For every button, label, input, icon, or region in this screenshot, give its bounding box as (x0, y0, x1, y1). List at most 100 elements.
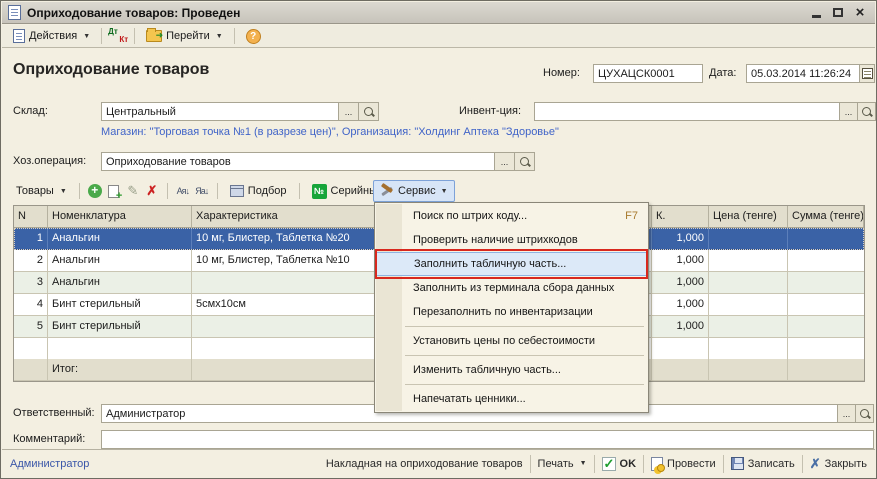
goto-button[interactable]: Перейти ▼ (141, 28, 228, 44)
inventory-field[interactable] (534, 102, 840, 121)
warehouse-search-button[interactable] (358, 102, 379, 121)
cell-nomenclature: Анальгин (48, 250, 192, 272)
podbor-button[interactable]: Подбор (225, 183, 292, 199)
delete-row-button[interactable]: ✗ (144, 183, 160, 199)
folder-go-icon (146, 30, 162, 42)
table-toolbar: Товары ▼ + ✎ ✗ Ая↓ Яа↓ Подбор № Серийные (11, 179, 388, 203)
warehouse-caption-link[interactable]: Магазин: "Торговая точка №1 (в разрезе ц… (101, 126, 559, 138)
calendar-button[interactable] (859, 64, 875, 83)
row-number: 4 (14, 294, 48, 316)
col-header-nomenclature[interactable]: Номенклатура (48, 206, 192, 228)
copy-row-button[interactable] (106, 183, 122, 199)
toolbar-separator (299, 183, 300, 199)
print-label: Печать (538, 458, 574, 470)
kt-label: Кт (119, 36, 128, 44)
col-header-price[interactable]: Цена (тенге) (709, 206, 788, 228)
number-field[interactable]: ЦУХАЦСК0001 (593, 64, 703, 83)
actions-button[interactable]: Действия ▼ (8, 27, 95, 45)
menu-item-label: Заполнить из терминала сбора данных (413, 282, 614, 294)
cell-k: 1,000 (652, 316, 709, 338)
current-user-link[interactable]: Администратор (10, 458, 89, 470)
inventory-search-button[interactable] (857, 102, 876, 121)
cell-sum (788, 228, 864, 250)
menu-item-refill-inventory[interactable]: Перезаполнить по инвентаризации (375, 300, 648, 324)
post-button[interactable]: Провести (651, 457, 716, 471)
help-button[interactable]: ? (241, 27, 266, 46)
menu-item-label: Проверить наличие штрихкодов (413, 234, 578, 246)
menu-item-change-table[interactable]: Изменить табличную часть... (375, 358, 648, 382)
inventory-select-button[interactable]: ... (839, 102, 858, 121)
menu-item-fill-table[interactable]: Заполнить табличную часть... (376, 252, 647, 276)
total-label: Итог: (48, 359, 192, 381)
maximize-button[interactable] (827, 4, 849, 21)
dt-kt-button[interactable]: Дт Кт (108, 28, 128, 44)
save-button[interactable]: Записать (731, 457, 795, 470)
close-button[interactable]: × (849, 4, 871, 21)
menu-item-label: Напечатать ценники... (413, 393, 526, 405)
document-window: Оприходование товаров: Проведен × Действ… (0, 0, 877, 479)
search-icon (519, 156, 531, 168)
row-number: 3 (14, 272, 48, 294)
comment-field[interactable] (101, 430, 874, 449)
toolbar-separator (217, 183, 218, 199)
add-row-button[interactable]: + (87, 183, 103, 199)
search-icon (363, 106, 375, 118)
menu-item-print-price-tags[interactable]: Напечатать ценники... (375, 387, 648, 411)
col-header-sum[interactable]: Сумма (тенге) (788, 206, 864, 228)
cell-price (709, 272, 788, 294)
menu-item-check-barcodes[interactable]: Проверить наличие штрихкодов (375, 228, 648, 252)
ok-label: OK (620, 458, 637, 470)
chevron-down-icon: ▼ (83, 33, 90, 40)
col-header-n[interactable]: N (14, 206, 48, 228)
service-dropdown-menu: Поиск по штрих коду... F7 Проверить нали… (374, 202, 649, 413)
menu-item-barcode-search[interactable]: Поиск по штрих коду... F7 (375, 204, 648, 228)
chevron-down-icon: ▼ (441, 188, 448, 195)
comment-label: Комментарий: (13, 433, 85, 445)
close-form-button[interactable]: ✗ Закрыть (810, 456, 867, 472)
inventory-label: Инвент-ция: (459, 105, 521, 117)
main-toolbar: Действия ▼ Дт Кт Перейти ▼ ? (2, 25, 875, 48)
cell-sum (788, 250, 864, 272)
menu-item-label: Заполнить табличную часть... (414, 258, 566, 270)
sort-desc-button[interactable]: Яа↓ (194, 183, 210, 199)
service-label: Сервис (398, 185, 436, 197)
service-button[interactable]: Сервис ▼ (373, 180, 455, 202)
statusbar-separator (530, 455, 531, 473)
sort-asc-button[interactable]: Ая↓ (175, 183, 191, 199)
cell-price (709, 228, 788, 250)
cell-k: 1,000 (652, 294, 709, 316)
responsible-search-button[interactable] (855, 404, 874, 423)
document-type-button[interactable]: Накладная на оприходование товаров (326, 458, 523, 470)
statusbar-separator (723, 455, 724, 473)
operation-search-button[interactable] (514, 152, 535, 171)
warehouse-field[interactable]: Центральный (101, 102, 339, 121)
minimize-button[interactable] (805, 4, 827, 21)
menu-item-fill-from-terminal[interactable]: Заполнить из терминала сбора данных (375, 276, 648, 300)
search-icon (859, 408, 871, 420)
ok-button[interactable]: OK (602, 457, 637, 471)
statusbar-separator (594, 455, 595, 473)
tovary-button[interactable]: Товары ▼ (11, 183, 72, 199)
menu-item-set-cost-prices[interactable]: Установить цены по себестоимости (375, 329, 648, 353)
print-button[interactable]: Печать ▼ (538, 458, 587, 470)
close-label: Закрыть (825, 458, 867, 470)
menu-item-label: Перезаполнить по инвентаризации (413, 306, 593, 318)
dt-label: Дт (108, 28, 118, 36)
col-header-k[interactable]: К. (652, 206, 709, 228)
operation-select-button[interactable]: ... (494, 152, 515, 171)
edit-row-button[interactable]: ✎ (125, 183, 141, 199)
tovary-label: Товары (16, 185, 54, 197)
warehouse-label: Склад: (13, 105, 48, 117)
menu-item-label: Поиск по штрих коду... (413, 210, 527, 222)
cell-price (709, 294, 788, 316)
toolbar-separator (167, 183, 168, 199)
menu-item-label: Изменить табличную часть... (413, 364, 561, 376)
tools-icon (380, 184, 395, 198)
search-icon (861, 106, 873, 118)
date-field[interactable]: 05.03.2014 11:26:24 (746, 64, 860, 83)
cell-price (709, 250, 788, 272)
operation-field[interactable]: Оприходование товаров (101, 152, 495, 171)
responsible-select-button[interactable]: ... (837, 404, 856, 423)
warehouse-select-button[interactable]: ... (338, 102, 359, 121)
cell-sum (788, 294, 864, 316)
